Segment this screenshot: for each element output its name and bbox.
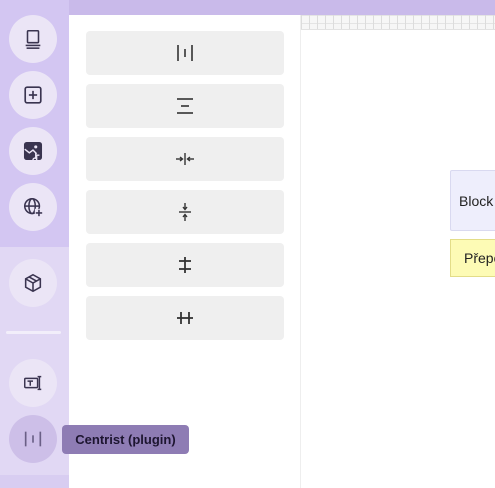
layers-button[interactable] — [9, 15, 57, 63]
canvas-block[interactable]: Block — [450, 170, 495, 231]
centrist-icon — [24, 431, 42, 447]
rail-bottom-section — [0, 475, 69, 488]
distribute-vertical-icon — [177, 98, 193, 114]
rail-divider — [6, 331, 61, 334]
shapes-button[interactable] — [9, 259, 57, 307]
canvas-ruler — [301, 15, 495, 30]
add-button[interactable] — [9, 71, 57, 119]
align-middle-vertical-button[interactable] — [86, 296, 284, 340]
media-library-button[interactable] — [9, 127, 57, 175]
align-middle-vertical-icon — [177, 312, 193, 324]
media-library-icon — [23, 141, 43, 162]
web-button[interactable] — [9, 183, 57, 231]
canvas[interactable]: Block Přepo — [301, 15, 495, 488]
text-field-button[interactable] — [9, 359, 57, 407]
alignment-panel — [69, 15, 301, 488]
squeeze-vertical-button[interactable] — [86, 190, 284, 234]
globe-add-icon — [23, 197, 44, 218]
squeeze-horizontal-icon — [176, 153, 194, 165]
distribute-horizontal-icon — [177, 45, 193, 61]
app-window: Block Přepo Centrist (plugin) — [0, 0, 495, 488]
centrist-button[interactable] — [9, 415, 57, 463]
layers-icon — [25, 29, 41, 49]
canvas-note[interactable]: Přepo — [450, 239, 495, 277]
squeeze-vertical-icon — [179, 203, 191, 221]
top-bar — [0, 0, 495, 15]
squeeze-horizontal-button[interactable] — [86, 137, 284, 181]
left-rail — [0, 0, 69, 488]
distribute-vertical-button[interactable] — [86, 84, 284, 128]
text-field-icon — [24, 375, 42, 391]
box-icon — [24, 273, 42, 293]
align-middle-horizontal-icon — [179, 257, 191, 273]
add-square-icon — [24, 86, 42, 104]
align-middle-horizontal-button[interactable] — [86, 243, 284, 287]
centrist-tooltip: Centrist (plugin) — [62, 425, 189, 454]
distribute-horizontal-button[interactable] — [86, 31, 284, 75]
